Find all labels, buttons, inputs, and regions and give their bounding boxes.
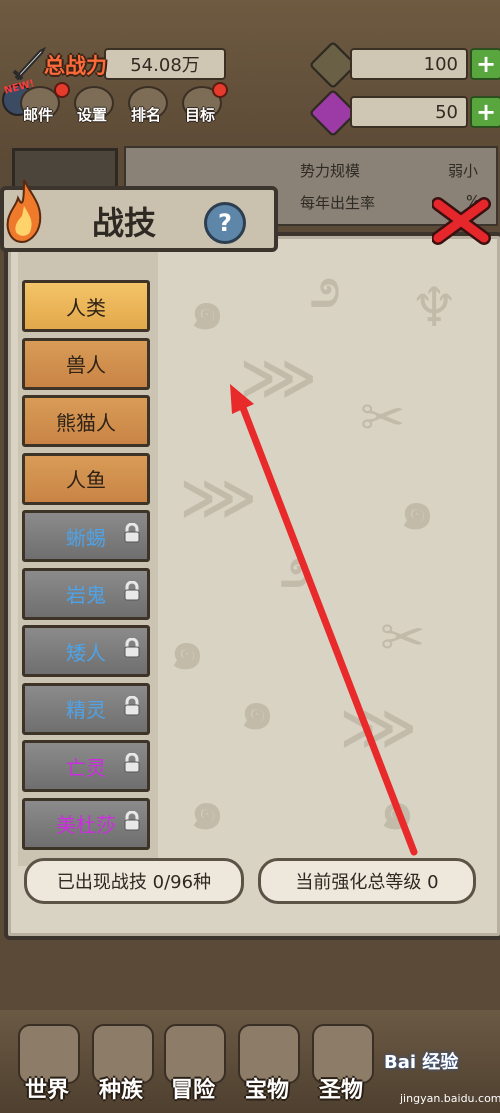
race-label: 亡灵: [66, 755, 106, 780]
lock-icon: [124, 523, 140, 543]
info-key: 势力规模: [300, 162, 361, 180]
settings-label: 设置: [76, 106, 107, 124]
race-button[interactable]: 兽人: [22, 337, 150, 390]
nav-race[interactable]: 种族: [84, 1024, 158, 1112]
race-label: 兽人: [66, 353, 106, 377]
info-row: 势力规模 弱小: [126, 160, 486, 184]
tribal-pattern-background: ๑ ೨ ♆ ⋙ ✂ ⋙ ๑ ೨ ๑ ✂ ๑ ⋙ ๑ ๑: [170, 256, 459, 841]
info-value: 弱小: [448, 162, 479, 180]
flame-icon: [2, 176, 46, 246]
close-icon: [431, 197, 491, 245]
nav-relic[interactable]: 圣物: [304, 1024, 378, 1112]
info-key: 每年出生率: [300, 194, 376, 212]
add-snowflake-button[interactable]: +: [470, 48, 500, 80]
race-label: 蜥蜴: [66, 525, 106, 550]
race-button[interactable]: 矮人: [22, 625, 150, 677]
top-background: [0, 0, 500, 160]
lock-icon: [124, 580, 140, 600]
race-button[interactable]: 熊猫人: [22, 395, 150, 447]
nav-world-label: 世界: [24, 1078, 69, 1103]
nav-race-label: 种族: [98, 1078, 143, 1103]
watermark-url: jingyan.baidu.com: [400, 1092, 500, 1105]
race-label: 熊猫人: [56, 410, 116, 435]
race-button[interactable]: 人类: [22, 280, 150, 332]
currency-gem: 50 +: [308, 88, 500, 138]
skills-appeared-counter: 已出现战技 0/96种: [24, 858, 244, 904]
add-gem-button[interactable]: +: [470, 96, 500, 128]
race-label: 岩鬼: [66, 583, 106, 607]
ranking-label: 排名: [130, 106, 161, 124]
help-button[interactable]: ?: [204, 202, 246, 244]
total-power-label: 总战力: [44, 54, 107, 78]
race-button[interactable]: 精灵: [22, 682, 150, 735]
nav-world[interactable]: 世界: [10, 1024, 84, 1112]
watermark-logo: Bai 经验: [384, 1052, 459, 1073]
enhance-level-counter: 当前强化总等级 0: [258, 858, 476, 904]
goal-label: 目标: [184, 106, 215, 124]
ranking-button[interactable]: 排名: [122, 86, 170, 130]
goal-notification-dot: [212, 82, 228, 98]
race-label: 人类: [66, 295, 106, 320]
currency-gem-value: 50: [350, 96, 468, 128]
lock-icon: [124, 810, 140, 830]
lock-icon: [124, 695, 140, 715]
race-label: 美杜莎: [56, 813, 116, 837]
race-label: 精灵: [66, 698, 106, 722]
nav-adventure-label: 冒险: [170, 1078, 215, 1103]
close-button[interactable]: [431, 196, 492, 246]
race-label: 矮人: [66, 640, 106, 665]
lock-icon: [124, 638, 140, 658]
currency-snowflake-value: 100: [350, 48, 468, 80]
race-label: 人鱼: [66, 468, 106, 492]
mail-label: 邮件: [22, 106, 53, 124]
currency-snowflake: 100 +: [308, 40, 500, 90]
settings-button[interactable]: 设置: [68, 86, 116, 130]
nav-relic-label: 圣物: [318, 1078, 363, 1103]
nav-adventure[interactable]: 冒险: [156, 1024, 230, 1112]
race-button[interactable]: 岩鬼: [22, 567, 150, 620]
race-button[interactable]: 蜥蜴: [22, 510, 150, 562]
mail-notification-dot: [54, 82, 70, 98]
total-power-value: 54.08万: [104, 48, 226, 80]
nav-treasure-label: 宝物: [244, 1078, 289, 1103]
race-button[interactable]: 亡灵: [22, 740, 150, 792]
nav-treasure[interactable]: 宝物: [230, 1024, 304, 1112]
lock-icon: [124, 753, 140, 773]
race-button[interactable]: 美杜莎: [22, 797, 150, 850]
total-power-bar: 总战力 54.08万: [10, 46, 226, 81]
panel-title: 战技: [92, 204, 157, 242]
race-button[interactable]: 人鱼: [22, 452, 150, 505]
